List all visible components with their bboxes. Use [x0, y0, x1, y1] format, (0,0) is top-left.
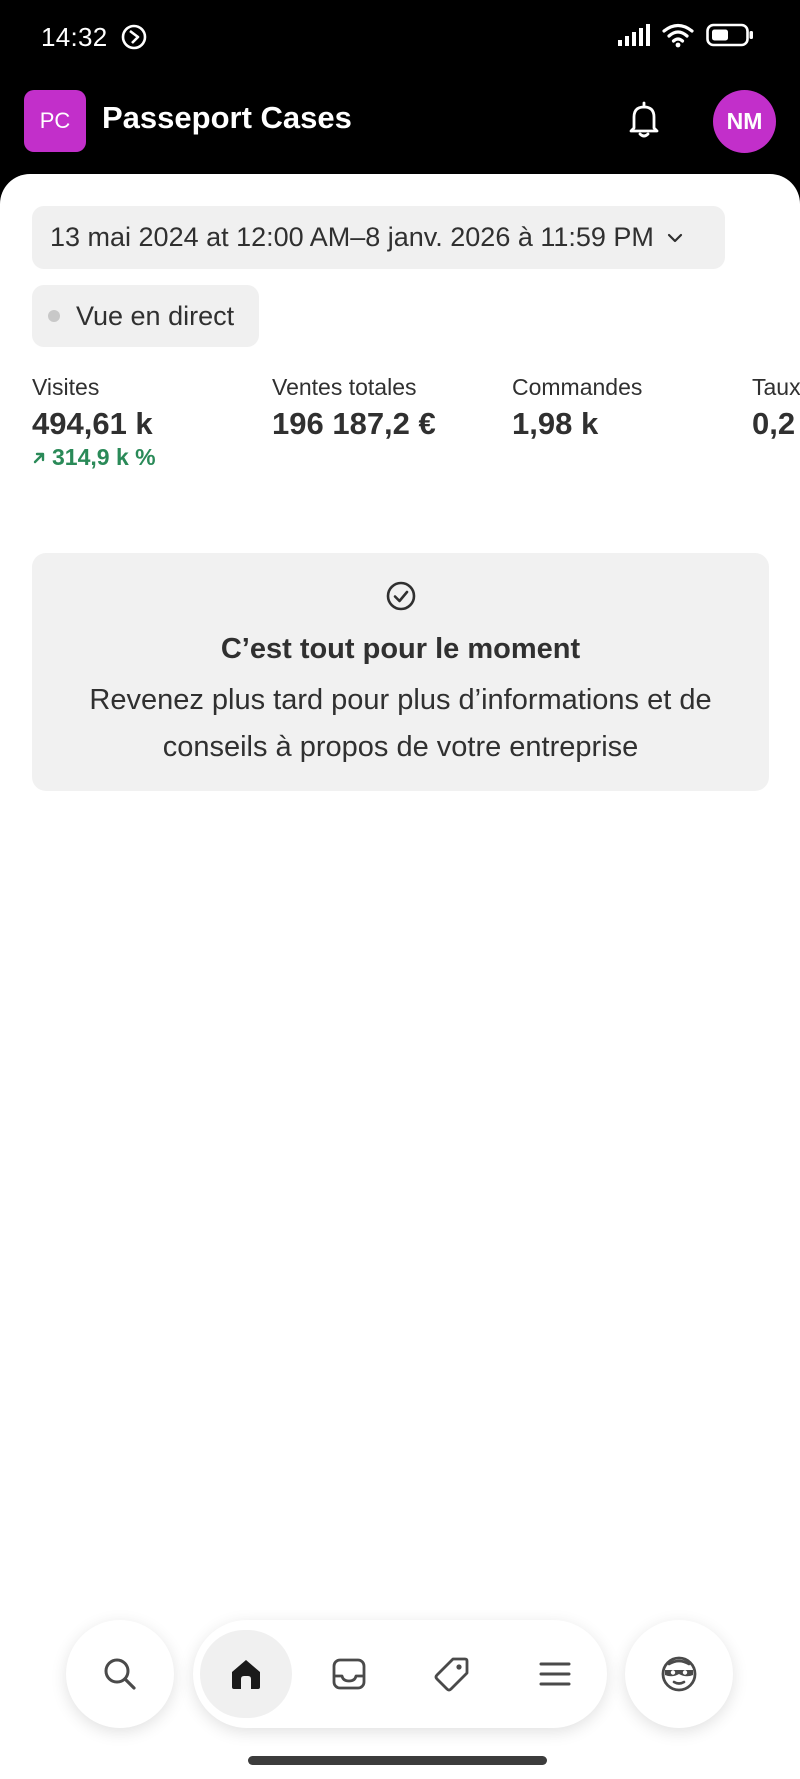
nav-orders-button[interactable]	[303, 1630, 395, 1718]
card-title: C’est tout pour le moment	[220, 633, 581, 665]
date-range-picker[interactable]: 13 mai 2024 at 12:00 AM–8 janv. 2026 à 1…	[32, 206, 725, 269]
metric-rate[interactable]: Taux 0,2	[752, 374, 800, 442]
metric-value: 0,2	[752, 406, 796, 441]
battery-icon	[706, 23, 753, 47]
date-range-label: 13 mai 2024 at 12:00 AM–8 janv. 2026 à 1…	[50, 222, 654, 252]
status-time: 14:32	[41, 22, 108, 52]
store-avatar[interactable]: PC	[24, 90, 86, 152]
search-icon	[104, 1658, 136, 1690]
app-notification-icon	[121, 24, 147, 50]
metrics-row[interactable]: Visites 494,61 k 314,9 k % Ventes totale…	[32, 374, 800, 474]
live-view-label: Vue en direct	[76, 300, 235, 331]
metric-value: 494,61 k	[32, 406, 153, 441]
wifi-icon	[662, 23, 694, 48]
sidekick-icon	[661, 1656, 697, 1692]
all-caught-up-card: C’est tout pour le moment Revenez plus t…	[32, 553, 769, 791]
check-circle-icon	[386, 581, 416, 611]
trend-up-arrow-icon	[33, 452, 45, 463]
metric-label: Ventes totales	[272, 374, 417, 400]
nav-sidekick-button[interactable]	[625, 1620, 733, 1728]
bottom-navigation	[0, 1620, 800, 1740]
tag-icon	[434, 1657, 469, 1692]
user-avatar[interactable]: NM	[713, 90, 776, 153]
metric-value: 196 187,2 €	[272, 406, 436, 441]
home-content: 13 mai 2024 at 12:00 AM–8 janv. 2026 à 1…	[0, 174, 800, 1779]
live-view-button[interactable]: Vue en direct	[32, 285, 259, 347]
nav-home-button[interactable]	[200, 1630, 292, 1718]
home-indicator[interactable]	[248, 1756, 547, 1765]
nav-search-button[interactable]	[66, 1620, 174, 1728]
nav-main-pill	[193, 1620, 607, 1728]
nav-menu-button[interactable]	[509, 1630, 601, 1718]
store-name[interactable]: Passeport Cases	[102, 100, 352, 136]
card-body: Revenez plus tard pour plus d’informatio…	[89, 684, 712, 763]
chevron-down-icon	[667, 233, 683, 242]
metric-label: Taux	[752, 374, 800, 400]
app-header: PC Passeport Cases NM	[0, 78, 800, 176]
status-bar: 14:32	[0, 0, 800, 78]
metric-orders[interactable]: Commandes 1,98 k	[512, 374, 642, 442]
metric-visits[interactable]: Visites 494,61 k 314,9 k %	[32, 374, 156, 471]
notifications-bell-icon[interactable]	[622, 98, 666, 142]
home-icon	[232, 1660, 260, 1689]
nav-products-button[interactable]	[406, 1630, 498, 1718]
status-indicators	[618, 22, 754, 48]
inbox-icon	[332, 1658, 366, 1690]
metric-trend-value: 314,9 k %	[52, 444, 156, 470]
metric-value: 1,98 k	[512, 406, 599, 441]
menu-icon	[539, 1662, 571, 1686]
signal-icon	[618, 24, 650, 46]
live-status-dot	[48, 310, 60, 322]
metric-trend: 314,9 k %	[32, 444, 156, 471]
metric-label: Commandes	[512, 374, 643, 400]
metric-label: Visites	[32, 374, 100, 400]
metric-total-sales[interactable]: Ventes totales 196 187,2 €	[272, 374, 436, 442]
